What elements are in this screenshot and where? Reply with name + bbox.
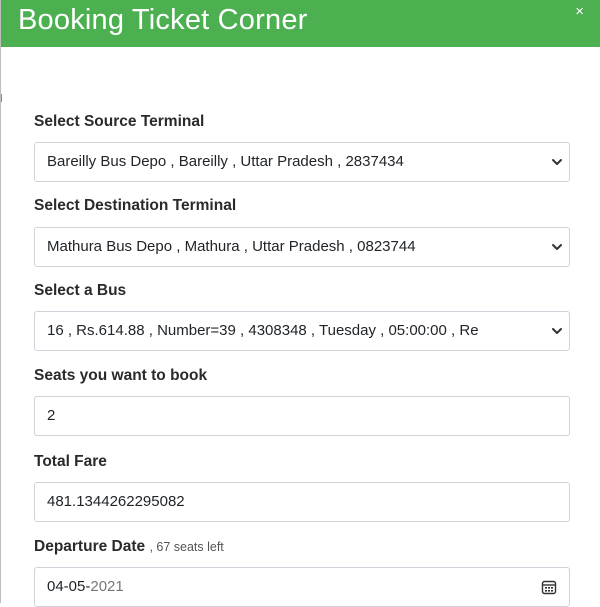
date-day-month: 04-05- bbox=[47, 578, 91, 595]
departure-date-input[interactable]: 04-05-2021 bbox=[34, 567, 570, 607]
source-select[interactable]: Bareilly Bus Depo , Bareilly , Uttar Pra… bbox=[34, 142, 570, 182]
bus-label: Select a Bus bbox=[34, 282, 127, 299]
bus-group: Select a Bus 16 , Rs.614.88 , Number=39 … bbox=[34, 279, 570, 351]
source-select-value: Bareilly Bus Depo , Bareilly , Uttar Pra… bbox=[47, 153, 404, 170]
modal-title: Booking Ticket Corner bbox=[18, 4, 308, 36]
fare-group: Total Fare 481.1344262295082 bbox=[34, 450, 570, 522]
fare-input-value: 481.1344262295082 bbox=[47, 493, 185, 510]
seats-input[interactable]: 2 bbox=[34, 396, 570, 436]
date-year: 2021 bbox=[90, 578, 124, 595]
seats-input-value: 2 bbox=[47, 407, 56, 424]
source-label: Select Source Terminal bbox=[34, 113, 205, 130]
fare-input[interactable]: 481.1344262295082 bbox=[34, 482, 570, 522]
bus-select[interactable]: 16 , Rs.614.88 , Number=39 , 4308348 , T… bbox=[34, 311, 570, 351]
fare-label: Total Fare bbox=[34, 453, 107, 470]
calendar-icon[interactable] bbox=[541, 579, 557, 595]
date-label: Departure Date , 67 seats left bbox=[34, 535, 570, 559]
booking-modal: Booking Ticket Corner × Select Source Te… bbox=[0, 0, 600, 607]
chevron-down-icon bbox=[552, 328, 562, 334]
seats-left-hint: , 67 seats left bbox=[149, 540, 224, 554]
date-label-text: Departure Date bbox=[34, 538, 146, 555]
source-group: Select Source Terminal Bareilly Bus Depo… bbox=[34, 110, 570, 182]
destination-label: Select Destination Terminal bbox=[34, 197, 237, 214]
date-input-value: 04-05-2021 bbox=[47, 568, 543, 606]
close-button[interactable]: × bbox=[575, 4, 584, 19]
seats-group: Seats you want to book 2 bbox=[34, 364, 570, 436]
side-scroll-marker bbox=[1, 94, 4, 102]
destination-group: Select Destination Terminal Mathura Bus … bbox=[34, 194, 570, 267]
seats-label: Seats you want to book bbox=[34, 367, 208, 384]
booking-form: Select Source Terminal Bareilly Bus Depo… bbox=[34, 110, 570, 607]
date-group: Departure Date , 67 seats left 04-05-202… bbox=[34, 535, 570, 607]
destination-select[interactable]: Mathura Bus Depo , Mathura , Uttar Prade… bbox=[34, 227, 570, 267]
modal-header: Booking Ticket Corner × bbox=[1, 0, 600, 47]
chevron-down-icon bbox=[552, 244, 562, 250]
chevron-down-icon bbox=[552, 159, 562, 165]
bus-select-value: 16 , Rs.614.88 , Number=39 , 4308348 , T… bbox=[47, 322, 479, 339]
destination-select-value: Mathura Bus Depo , Mathura , Uttar Prade… bbox=[47, 238, 416, 255]
